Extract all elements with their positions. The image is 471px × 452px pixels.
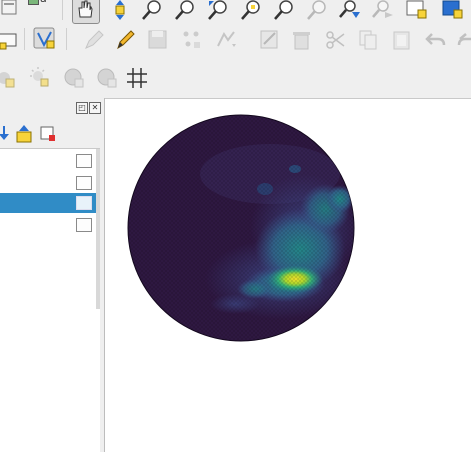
collapse-all-icon[interactable] [12, 122, 36, 146]
pan-tool-icon[interactable] [72, 0, 100, 24]
raster-layer-icon [76, 218, 92, 232]
zoom-out-icon[interactable] [173, 0, 197, 22]
zoom-full-icon[interactable] [206, 0, 230, 22]
label-pin-icon[interactable] [0, 66, 18, 90]
float-panel-icon[interactable]: ◰ [76, 102, 88, 114]
toolbar-area: a [0, 0, 471, 99]
raster-layer-icon [76, 176, 92, 190]
globe-data-layer [128, 115, 354, 341]
raster-layer-icon [76, 196, 92, 210]
digitizing-toolbar [0, 24, 471, 56]
toolbar-separator [66, 28, 67, 50]
save-edits-icon[interactable] [146, 28, 170, 52]
globe-render [127, 114, 355, 342]
temporal-icon[interactable] [440, 0, 464, 22]
add-feature-icon[interactable] [180, 28, 204, 52]
layer-row[interactable] [0, 151, 100, 171]
zoom-next-icon[interactable] [371, 0, 395, 22]
label-show-hide-icon[interactable] [62, 66, 86, 90]
redo-icon[interactable] [456, 28, 471, 52]
field-calculator-icon[interactable] [258, 28, 282, 52]
paste-features-icon[interactable] [390, 28, 414, 52]
layer-props-icon[interactable] [0, 0, 24, 20]
raster-layer-icon [76, 154, 92, 168]
zoom-last-icon[interactable] [338, 0, 362, 22]
delete-selected-icon[interactable] [290, 28, 314, 52]
layers-panel-toolbar [0, 120, 104, 146]
legend-label: a [40, 0, 47, 5]
graticule-icon[interactable] [125, 66, 149, 90]
map-canvas[interactable] [110, 99, 471, 452]
zoom-in-icon[interactable] [140, 0, 164, 22]
legend-swatch-icon [28, 0, 39, 5]
layer-tree-scrollbar[interactable] [96, 149, 100, 309]
zoom-selection-icon[interactable] [239, 0, 263, 22]
layer-row[interactable] [0, 215, 100, 235]
pan-to-selection-icon[interactable] [108, 0, 132, 22]
map-navigation-toolbar: a [0, 0, 471, 24]
digitize-layer-icon[interactable] [0, 28, 20, 52]
toggle-editing-icon[interactable] [82, 28, 106, 52]
undo-icon[interactable] [424, 28, 448, 52]
layer-row-selected[interactable] [0, 193, 100, 213]
label-toolbar [0, 62, 471, 94]
zoom-layer-icon[interactable] [272, 0, 296, 22]
layer-tree [0, 148, 100, 452]
panel-header: ◰ ✕ [0, 98, 104, 118]
remove-layer-icon[interactable] [36, 122, 60, 146]
layer-row[interactable] [0, 173, 100, 193]
vertex-tool-icon[interactable] [214, 28, 238, 52]
current-edits-icon[interactable] [33, 27, 57, 51]
toolbar-separator [62, 0, 63, 20]
pencil-icon[interactable] [114, 28, 138, 52]
new-map-view-icon[interactable] [404, 0, 428, 22]
label-highlight-icon[interactable] [28, 65, 52, 89]
zoom-native-icon[interactable] [305, 0, 329, 22]
cut-features-icon[interactable] [324, 28, 348, 52]
label-move-icon[interactable] [95, 66, 119, 90]
layers-panel: ◰ ✕ [0, 98, 105, 452]
copy-features-icon[interactable] [356, 28, 380, 52]
toolbar-separator [24, 28, 25, 50]
qgis-window: a [0, 0, 471, 452]
close-panel-icon[interactable]: ✕ [89, 102, 101, 114]
